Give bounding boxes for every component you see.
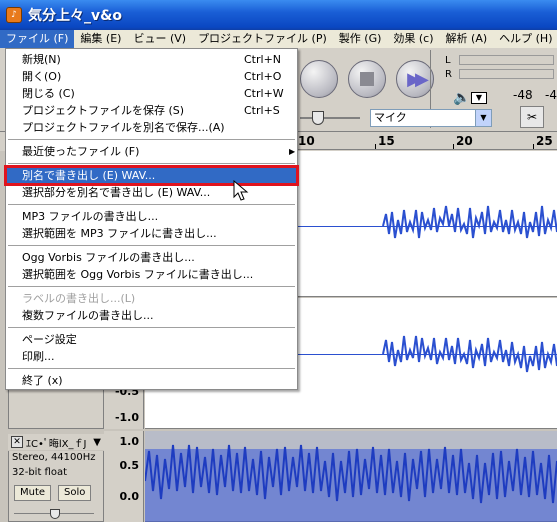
chevron-down-icon[interactable]: ▼ (93, 437, 101, 448)
chevron-down-icon[interactable]: ▼ (475, 110, 491, 126)
menu-separator (8, 139, 295, 140)
input-volume-slider[interactable] (300, 110, 360, 126)
track2-format: Stereo, 44100Hz (12, 452, 96, 463)
menu-effect[interactable]: 効果 (c) (387, 30, 439, 48)
close-icon[interactable]: ✕ (11, 436, 23, 448)
transport-controls: ▶▶ (300, 60, 434, 98)
submenu-arrow-icon: ▶ (289, 147, 296, 156)
menu-separator (8, 204, 295, 205)
input-source-select[interactable]: マイク ▼ (370, 109, 492, 127)
waveform-track2 (145, 444, 557, 522)
menu-item-save-project[interactable]: プロジェクトファイルを保存 (S) Ctrl+S (6, 102, 297, 119)
menu-separator (8, 163, 295, 164)
track2-bitdepth: 32-bit float (12, 467, 68, 478)
scale-label: 0.5 (119, 459, 140, 472)
ruler-label: 15 (378, 134, 395, 148)
track2-scale: 1.0 0.5 0.0 (104, 431, 144, 522)
menu-file[interactable]: ファイル (F) (0, 30, 75, 48)
menu-item-new[interactable]: 新規(N) Ctrl+N (6, 51, 297, 68)
mouse-cursor-icon (233, 180, 249, 201)
meter-dropdown-button[interactable]: ▼ (471, 92, 487, 104)
shortcut-label: Ctrl+S (244, 104, 280, 117)
db-label-42: -42 (545, 88, 557, 102)
app-logo-icon: ♪ (6, 7, 22, 23)
stop-icon (360, 72, 374, 86)
meter-bar-right (459, 69, 554, 79)
track2-waveform[interactable] (145, 431, 557, 522)
db-label-48: -48 (513, 88, 533, 102)
scale-label: -1.0 (114, 411, 139, 424)
fast-forward-icon: ▶▶ (407, 68, 429, 90)
menu-item-close[interactable]: 閉じる (C) Ctrl+W (6, 85, 297, 102)
timeline-ruler[interactable]: 10 15 20 25 (290, 132, 557, 150)
slider-knob[interactable] (50, 509, 60, 519)
menu-item-recent-files[interactable]: 最近使ったファイル (F) ▶ (6, 143, 297, 160)
menu-generate[interactable]: 製作 (G) (333, 30, 388, 48)
ruler-label: 25 (536, 134, 553, 148)
shortcut-label: Ctrl+W (244, 87, 284, 100)
play-button[interactable] (300, 60, 338, 98)
solo-button[interactable]: Solo (58, 485, 92, 501)
menu-help[interactable]: ヘルプ (H) (493, 30, 557, 48)
window-title: 気分上々_v&o (28, 8, 122, 24)
menu-analyze[interactable]: 解析 (A) (440, 30, 494, 48)
title-bar: ♪ 気分上々_v&o (0, 0, 557, 30)
menu-item-export-selection-wav[interactable]: 選択部分を別名で書き出し (E) WAV... (6, 184, 297, 201)
menu-item-save-project-as[interactable]: プロジェクトファイルを別名で保存...(A) (6, 119, 297, 136)
speaker-icon: 🔈 (453, 90, 471, 106)
mute-button[interactable]: Mute (14, 485, 52, 501)
menu-item-exit[interactable]: 終了 (x) (6, 372, 297, 389)
shortcut-label: Ctrl+O (244, 70, 282, 83)
menu-edit[interactable]: 編集 (E) (74, 30, 127, 48)
slider-knob[interactable] (312, 111, 324, 125)
menu-item-print[interactable]: 印刷... (6, 348, 297, 365)
menu-item-export-mp3[interactable]: MP3 ファイルの書き出し... (6, 208, 297, 225)
shortcut-label: Ctrl+N (244, 53, 282, 66)
stop-button[interactable] (348, 60, 386, 98)
menu-item-export-ogg[interactable]: Ogg Vorbis ファイルの書き出し... (6, 249, 297, 266)
meter-right-label: R (445, 69, 452, 80)
menu-bar: ファイル (F) 編集 (E) ビュー (V) プロジェクトファイル (P) 製… (0, 30, 557, 48)
menu-separator (8, 245, 295, 246)
meter-bar-left (459, 55, 554, 65)
ruler-label: 10 (298, 134, 315, 148)
menu-item-page-setup[interactable]: ページ設定 (6, 331, 297, 348)
scale-label: 1.0 (119, 435, 140, 448)
meter-left-label: L (445, 55, 451, 66)
track2-header[interactable]: ✕ ｴC•ﾟ晦lX_ｆJ ▼ (8, 434, 104, 450)
menu-separator (8, 327, 295, 328)
menu-separator (8, 368, 295, 369)
menu-item-export-selection-mp3[interactable]: 選択範囲を MP3 ファイルに書き出し... (6, 225, 297, 242)
input-source-value: マイク (374, 111, 407, 124)
menu-project[interactable]: プロジェクトファイル (P) (192, 30, 333, 48)
skip-end-button[interactable]: ▶▶ (396, 60, 434, 98)
menu-item-export-selection-ogg[interactable]: 選択範囲を Ogg Vorbis ファイルに書き出し... (6, 266, 297, 283)
menu-view[interactable]: ビュー (V) (127, 30, 192, 48)
track2-gain-slider[interactable] (14, 509, 94, 519)
scissors-icon[interactable]: ✂ (520, 106, 544, 128)
file-menu-dropdown: 新規(N) Ctrl+N 開く(O) Ctrl+O 閉じる (C) Ctrl+W プロ… (4, 48, 299, 390)
ruler-label: 20 (456, 134, 473, 148)
menu-separator (8, 286, 295, 287)
menu-item-open[interactable]: 開く(O) Ctrl+O (6, 68, 297, 85)
menu-item-export-wav[interactable]: 別名で書き出し (E) WAV... (4, 165, 299, 186)
menu-item-export-labels: ラベルの書き出し...(L) (22, 292, 136, 305)
scale-label: 0.0 (119, 490, 140, 503)
track2-name[interactable]: ｴC•ﾟ晦lX_ｆJ (26, 435, 86, 450)
menu-item-export-multiple[interactable]: 複数ファイルの書き出し... (6, 307, 297, 324)
